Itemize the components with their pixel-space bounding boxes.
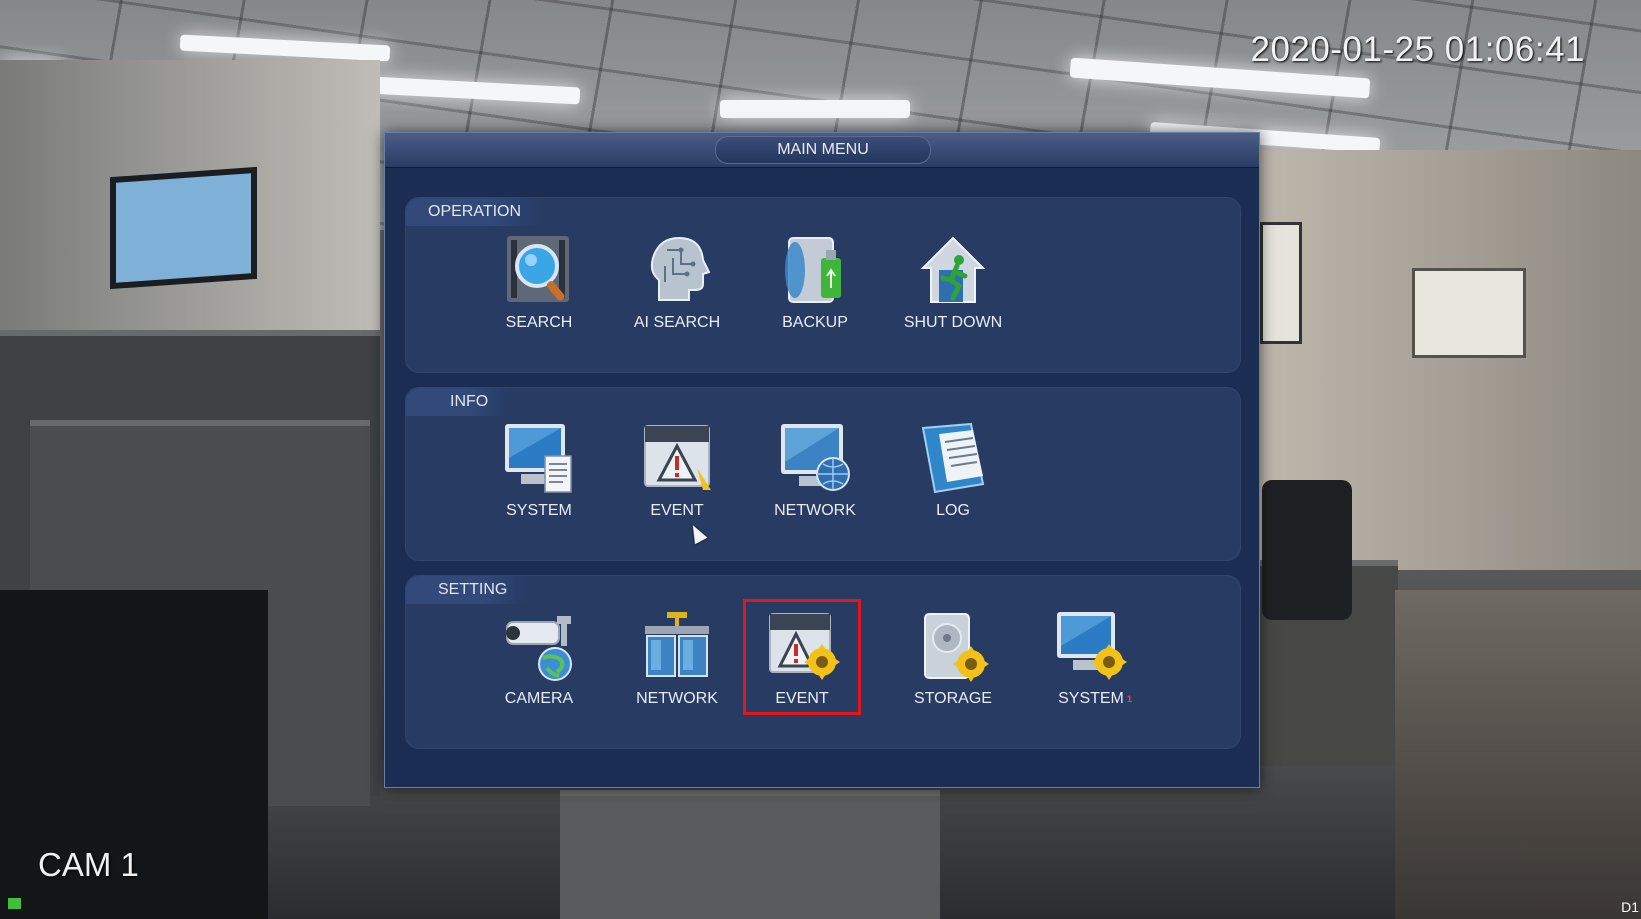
- item-label: SYSTEM: [1058, 690, 1124, 707]
- item-label: EVENT: [775, 690, 829, 707]
- event-setting-icon: [769, 613, 840, 680]
- item-label: EVENT: [650, 502, 704, 519]
- item-label: LOG: [936, 502, 970, 519]
- item-label: NETWORK: [636, 690, 718, 707]
- notification-badge: 1: [1127, 694, 1133, 704]
- camera-label: CAM 1: [38, 846, 139, 883]
- operation-shutdown-item[interactable]: SHUT DOWN: [893, 230, 1013, 332]
- storage-setting-icon: [924, 613, 989, 682]
- info-log-item[interactable]: LOG: [893, 418, 1013, 520]
- item-label: CAMERA: [504, 690, 574, 707]
- setting-system-item[interactable]: SYSTEM 1: [1031, 606, 1151, 708]
- info-system-item[interactable]: SYSTEM: [479, 418, 599, 520]
- setting-event-item[interactable]: EVENT: [743, 599, 861, 715]
- cubicle-wall: [560, 790, 940, 919]
- setting-storage-item[interactable]: STORAGE: [893, 606, 1013, 708]
- event-info-icon: [644, 425, 711, 490]
- record-indicator: [8, 898, 21, 909]
- section-label: SETTING: [406, 576, 530, 604]
- network-setting-icon: [645, 612, 709, 677]
- menu-title: MAIN MENU: [715, 136, 931, 164]
- wall-poster: [1412, 268, 1526, 358]
- wall-poster: [1260, 222, 1302, 344]
- main-menu-window: MAIN MENU OPERATION SEARCH AI SEARCH BAC…: [384, 132, 1260, 788]
- system-info-icon: [505, 424, 572, 493]
- operation-search-item[interactable]: SEARCH: [479, 230, 599, 332]
- item-label: SEARCH: [505, 314, 573, 331]
- item-label: SHUT DOWN: [903, 314, 1003, 331]
- info-event-item[interactable]: EVENT: [617, 418, 737, 520]
- item-label: SYSTEM: [506, 502, 572, 519]
- operation-ai-search-item[interactable]: AI SEARCH: [617, 230, 737, 332]
- section-label: OPERATION: [406, 198, 544, 226]
- desk-clutter: [1395, 590, 1641, 919]
- section-info: INFO SYSTEM EVENT NETWORK LOG: [405, 387, 1241, 561]
- info-network-item[interactable]: NETWORK: [755, 418, 875, 520]
- setting-camera-item[interactable]: CAMERA: [479, 606, 599, 708]
- network-info-icon: [781, 424, 850, 491]
- operation-backup-item[interactable]: BACKUP: [755, 230, 875, 332]
- camera-setting-icon: [506, 616, 572, 681]
- search-icon: [507, 236, 569, 302]
- section-setting: SETTING CAMERA NETWORK EVENT STORAGE SYS…: [405, 575, 1241, 749]
- timestamp: 2020-01-25 01:06:41: [1250, 30, 1585, 69]
- corner-label: D1: [1621, 899, 1639, 915]
- item-label: STORAGE: [914, 690, 992, 707]
- setting-network-item[interactable]: NETWORK: [617, 606, 737, 708]
- section-operation: OPERATION SEARCH AI SEARCH BACKUP SHUT D…: [405, 197, 1241, 373]
- item-label: NETWORK: [774, 502, 856, 519]
- log-icon: [921, 422, 985, 494]
- menu-titlebar: MAIN MENU: [385, 133, 1259, 168]
- item-label: BACKUP: [782, 314, 848, 331]
- item-label: AI SEARCH: [633, 314, 721, 331]
- wall-monitor: [110, 166, 257, 290]
- ceiling-light: [720, 100, 910, 118]
- office-chair: [1262, 480, 1352, 620]
- system-setting-icon: [1057, 612, 1127, 680]
- section-label: INFO: [406, 388, 511, 416]
- backup-icon: [785, 237, 841, 303]
- shutdown-icon: [920, 236, 986, 303]
- ai-search-icon: [650, 236, 711, 301]
